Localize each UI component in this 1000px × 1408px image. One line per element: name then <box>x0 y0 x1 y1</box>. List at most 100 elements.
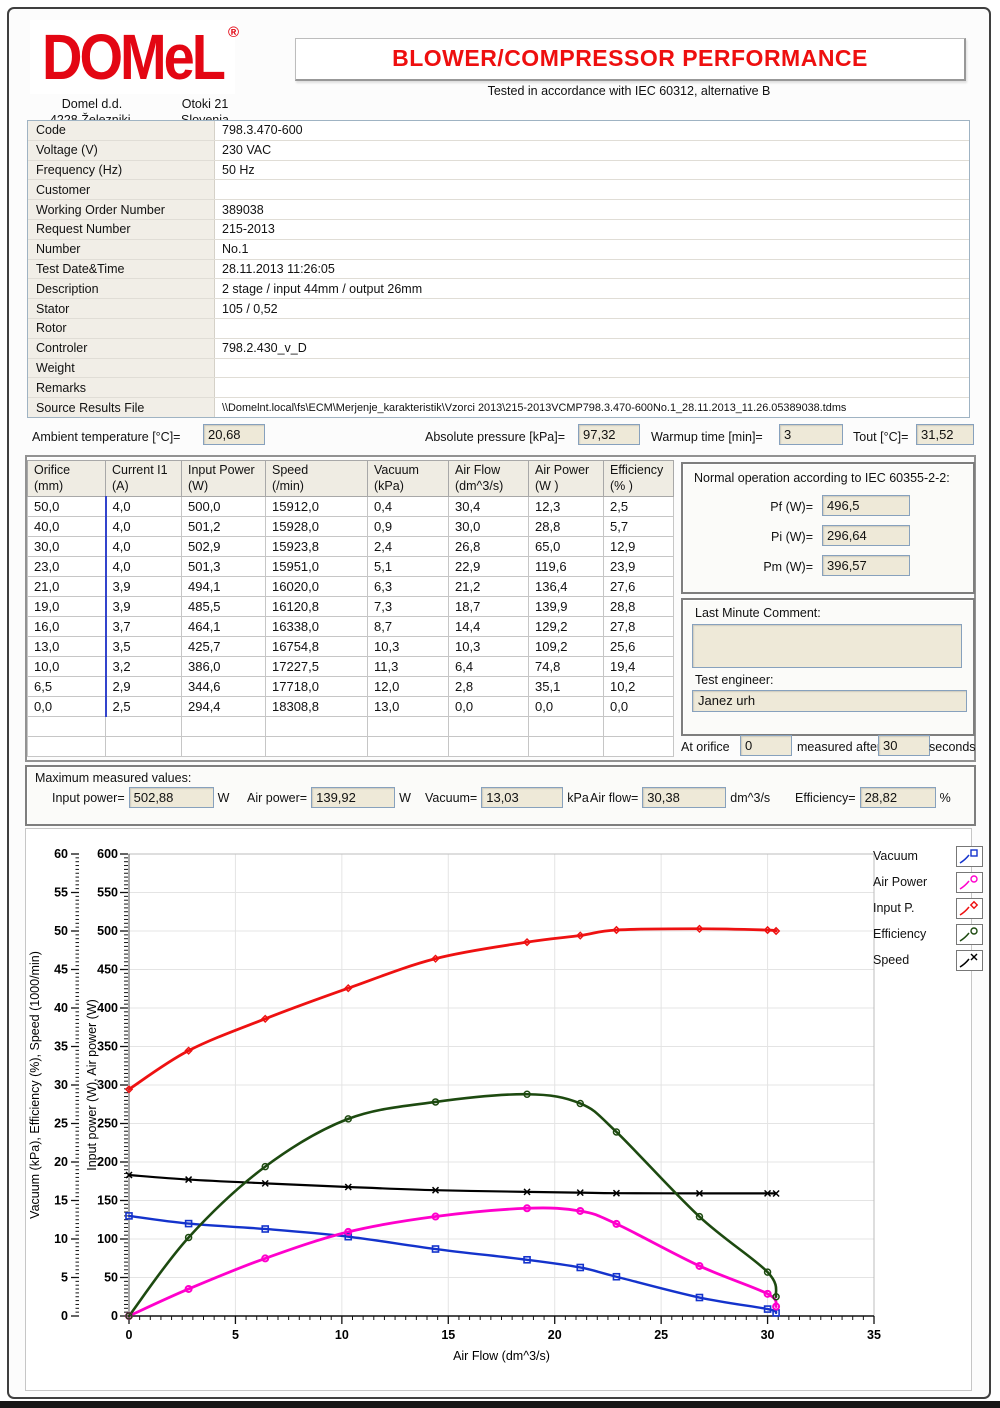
table-cell: 501,2 <box>182 517 266 537</box>
svg-text:20: 20 <box>54 1155 68 1169</box>
legend-swatch-input-p-[interactable] <box>956 898 983 919</box>
legend-label: Vacuum <box>873 849 918 863</box>
table-cell: 494,1 <box>182 577 266 597</box>
table-cell: 2,9 <box>106 677 182 697</box>
max-air-power-group: Air power=139,92W <box>247 787 411 808</box>
test-engineer-field[interactable]: Janez urh <box>692 690 967 712</box>
max-input-power-field[interactable]: 502,88 <box>129 787 214 808</box>
info-label: Number <box>28 240 215 259</box>
svg-text:35: 35 <box>867 1328 881 1342</box>
legend-swatch-speed[interactable] <box>956 950 983 971</box>
report-title: BLOWER/COMPRESSOR PERFORMANCE <box>296 39 964 77</box>
table-cell: 25,6 <box>604 637 674 657</box>
max-air-flow-field[interactable]: 30,38 <box>642 787 726 808</box>
max-input-power-label: Input power= <box>52 791 125 805</box>
table-cell: 30,0 <box>449 517 529 537</box>
max-efficiency-field[interactable]: 28,82 <box>860 787 936 808</box>
table-cell: 19,0 <box>28 597 106 617</box>
ambient-temperature-field[interactable]: 20,68 <box>203 424 265 445</box>
svg-text:15: 15 <box>54 1194 68 1208</box>
info-row: Working Order Number389038 <box>28 200 969 220</box>
pm-field[interactable]: 396,57 <box>822 555 910 576</box>
max-vacuum-unit: kPa <box>567 791 589 805</box>
info-label: Working Order Number <box>28 200 215 219</box>
table-row: 6,52,9344,617718,012,02,835,110,2 <box>28 677 674 697</box>
table-cell: 139,9 <box>529 597 604 617</box>
seconds-label: seconds <box>929 740 976 754</box>
table-cell: 17718,0 <box>266 677 368 697</box>
measurement-table: Orifice(mm)Current I1(A)Input Power(W)Sp… <box>27 460 674 757</box>
table-cell <box>529 717 604 737</box>
column-header: Air Power(W ) <box>529 461 604 497</box>
info-row: Customer <box>28 180 969 200</box>
info-row: Code798.3.470-600 <box>28 121 969 141</box>
chart-legend: VacuumAir PowerInput P.EfficiencySpeed <box>873 843 983 973</box>
absolute-pressure-field[interactable]: 97,32 <box>578 424 640 445</box>
table-cell: 10,3 <box>449 637 529 657</box>
info-label: Test Date&Time <box>28 260 215 279</box>
table-cell: 16338,0 <box>266 617 368 637</box>
svg-text:100: 100 <box>97 1232 118 1246</box>
at-orifice-field[interactable]: 0 <box>740 735 792 756</box>
table-cell <box>529 737 604 757</box>
max-air-power-field[interactable]: 139,92 <box>311 787 395 808</box>
legend-swatch-air-power[interactable] <box>956 872 983 893</box>
legend-swatch-vacuum[interactable] <box>956 846 983 867</box>
legend-label: Input P. <box>873 901 914 915</box>
legend-swatch-efficiency[interactable] <box>956 924 983 945</box>
info-row: Request Number215-2013 <box>28 220 969 240</box>
info-value: 2 stage / input 44mm / output 26mm <box>215 279 969 298</box>
pi-field[interactable]: 296,64 <box>822 525 910 546</box>
svg-text:30: 30 <box>761 1328 775 1342</box>
table-cell: 10,2 <box>604 677 674 697</box>
table-cell <box>604 717 674 737</box>
pi-label: Pi (W)= <box>683 530 813 544</box>
table-cell <box>182 717 266 737</box>
svg-text:20: 20 <box>548 1328 562 1342</box>
warmup-time-label: Warmup time [min]= <box>651 430 763 444</box>
table-cell: 4,0 <box>106 497 182 517</box>
legend-row-speed: Speed <box>873 947 983 973</box>
info-row: Rotor <box>28 319 969 339</box>
svg-text:5: 5 <box>61 1271 68 1285</box>
measured-after-field[interactable]: 30 <box>878 735 930 756</box>
svg-text:40: 40 <box>54 1001 68 1015</box>
svg-text:250: 250 <box>97 1117 118 1131</box>
series-speed <box>129 1175 776 1193</box>
info-label: Controler <box>28 339 215 358</box>
table-cell: 6,4 <box>449 657 529 677</box>
table-cell: 502,9 <box>182 537 266 557</box>
table-cell: 464,1 <box>182 617 266 637</box>
table-cell <box>28 737 106 757</box>
tout-field[interactable]: 31,52 <box>916 424 974 445</box>
last-minute-comment-field[interactable] <box>692 624 962 668</box>
legend-row-efficiency: Efficiency <box>873 921 983 947</box>
table-row: 30,04,0502,915923,82,426,865,012,9 <box>28 537 674 557</box>
warmup-time-field[interactable]: 3 <box>779 424 843 445</box>
info-table: Code798.3.470-600Voltage (V)230 VACFrequ… <box>27 120 970 418</box>
table-cell: 27,6 <box>604 577 674 597</box>
table-cell: 4,0 <box>106 537 182 557</box>
max-vacuum-field[interactable]: 13,03 <box>481 787 563 808</box>
normal-operation-title: Normal operation according to IEC 60355-… <box>694 471 950 485</box>
max-air-power-label: Air power= <box>247 791 307 805</box>
info-value <box>215 180 969 199</box>
info-row: Controler798.2.430_v_D <box>28 339 969 359</box>
table-cell: 0,4 <box>368 497 449 517</box>
info-value: 798.3.470-600 <box>215 121 969 140</box>
table-cell: 35,1 <box>529 677 604 697</box>
pf-label: Pf (W)= <box>683 500 813 514</box>
test-engineer-label: Test engineer: <box>695 673 774 687</box>
company-street: Otoki 21 <box>150 96 260 112</box>
info-row: Remarks <box>28 378 969 398</box>
series-input-p- <box>129 929 776 1090</box>
table-cell: 30,4 <box>449 497 529 517</box>
table-cell: 16,0 <box>28 617 106 637</box>
pf-field[interactable]: 496,5 <box>822 495 910 516</box>
table-cell: 17227,5 <box>266 657 368 677</box>
column-header: Efficiency(% ) <box>604 461 674 497</box>
table-cell <box>106 717 182 737</box>
info-label: Description <box>28 279 215 298</box>
table-cell: 3,9 <box>106 597 182 617</box>
info-label: Request Number <box>28 220 215 239</box>
